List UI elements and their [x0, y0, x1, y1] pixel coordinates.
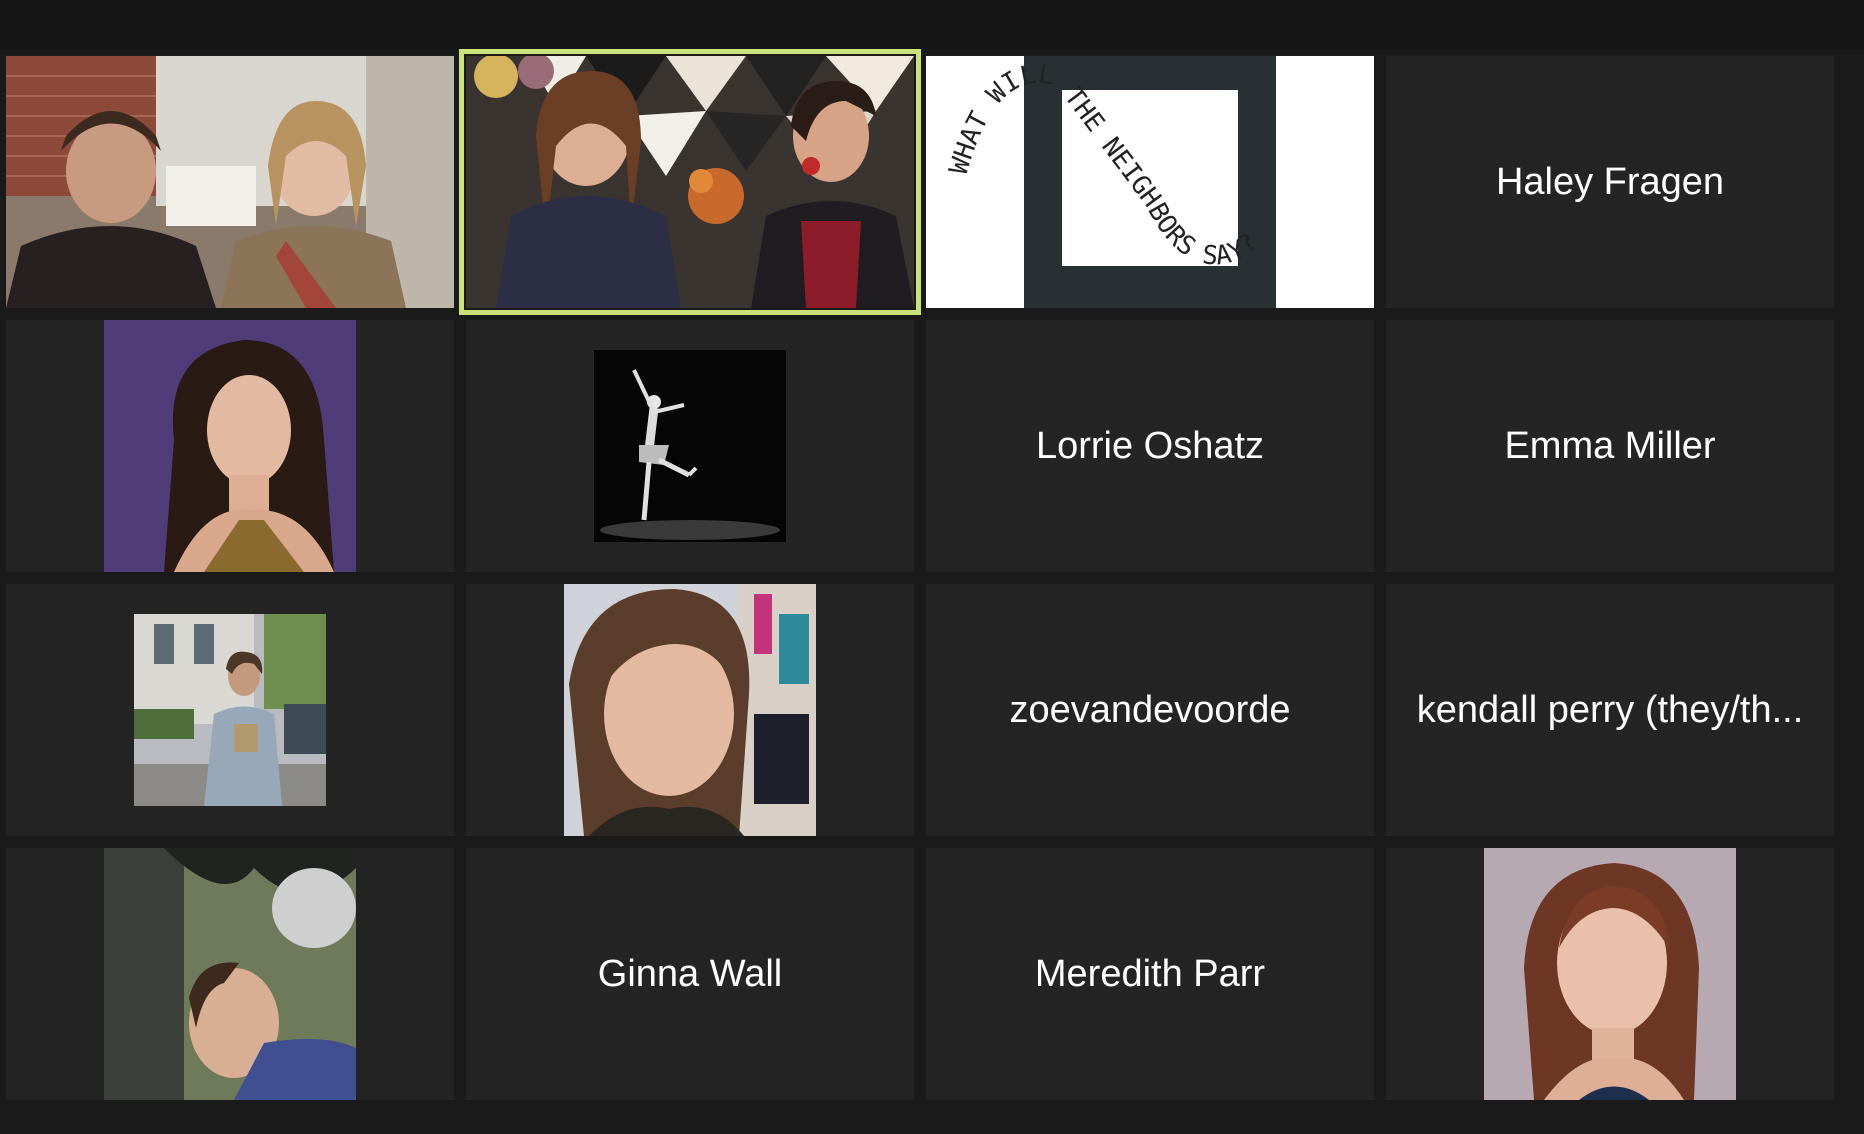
participant-tile-photo[interactable] — [466, 584, 914, 836]
neighbors-logo: WHAT WILL THE NEIGHBORS SAY? — [926, 56, 1374, 308]
participant-tile-logo[interactable]: WHAT WILL THE NEIGHBORS SAY? — [926, 56, 1374, 308]
participant-tile-photo[interactable] — [1386, 848, 1834, 1100]
participant-name: kendall perry (they/th... — [1416, 688, 1804, 731]
participant-avatar — [1484, 848, 1736, 1100]
participant-tile-video-active-speaker[interactable] — [459, 49, 921, 315]
participant-name: Lorrie Oshatz — [1035, 424, 1265, 467]
participant-avatar — [134, 614, 326, 806]
participant-name: zoevandevoorde — [1009, 688, 1291, 731]
participant-video — [6, 56, 454, 308]
participant-name: Emma Miller — [1504, 424, 1716, 467]
participant-video — [466, 56, 914, 308]
participant-name: Haley Fragen — [1495, 160, 1725, 203]
participant-tile-name[interactable]: zoevandevoorde — [926, 584, 1374, 836]
participant-tile-video-1[interactable] — [6, 56, 454, 308]
top-bar — [0, 0, 1864, 50]
participant-tile-photo[interactable] — [6, 584, 454, 836]
participant-tile-name[interactable]: Emma Miller — [1386, 320, 1834, 572]
participant-grid: WHAT WILL THE NEIGHBORS SAY? Haley Frage… — [6, 49, 1834, 1101]
participant-tile-photo[interactable] — [6, 848, 454, 1100]
participant-name: Meredith Parr — [1034, 952, 1266, 995]
zoom-gallery-view: WHAT WILL THE NEIGHBORS SAY? Haley Frage… — [0, 0, 1864, 1134]
participant-tile-photo[interactable] — [6, 320, 454, 572]
participant-tile-name[interactable]: Meredith Parr — [926, 848, 1374, 1100]
participant-avatar — [564, 584, 816, 836]
participant-avatar — [594, 350, 786, 542]
participant-name: Ginna Wall — [597, 952, 783, 995]
participant-tile-name[interactable]: Lorrie Oshatz — [926, 320, 1374, 572]
participant-tile-name[interactable]: Ginna Wall — [466, 848, 914, 1100]
participant-tile-photo[interactable] — [466, 320, 914, 572]
participant-tile-name[interactable]: kendall perry (they/th... — [1386, 584, 1834, 836]
participant-tile-name[interactable]: Haley Fragen — [1386, 56, 1834, 308]
participant-avatar — [104, 320, 356, 572]
participant-avatar — [104, 848, 356, 1100]
